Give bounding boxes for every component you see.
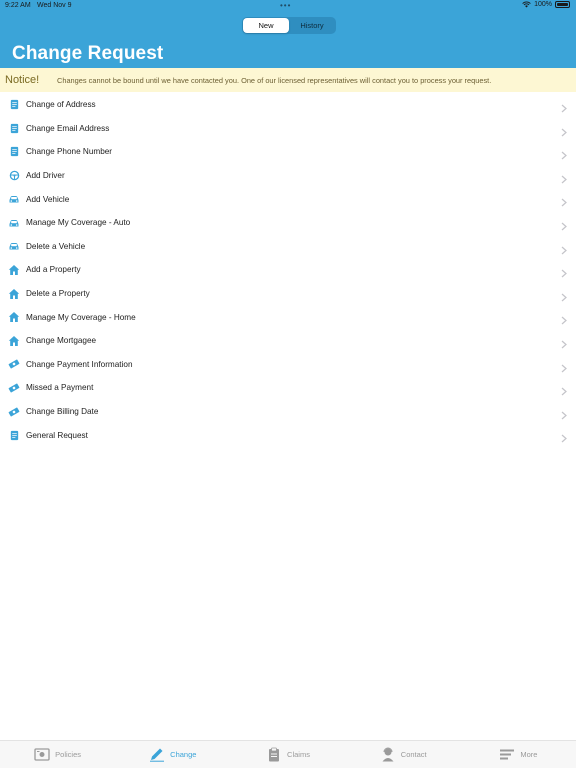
chevron-right-icon <box>561 147 567 160</box>
list-item[interactable]: Add Vehicle <box>0 187 576 211</box>
list-item-label: General Request <box>26 430 88 440</box>
chevron-right-icon <box>561 171 567 184</box>
chevron-right-icon <box>561 124 567 137</box>
chevron-right-icon <box>561 194 567 207</box>
notice-text: Changes cannot be bound until we have co… <box>57 75 492 85</box>
list-item-label: Add a Property <box>26 265 81 275</box>
list-item-label: Change Phone Number <box>26 147 113 157</box>
tab-claims-label: Claims <box>287 750 310 759</box>
tab-policies[interactable]: Policies <box>0 741 115 768</box>
status-time: 9:22 AM <box>5 2 31 9</box>
chevron-right-icon <box>561 430 567 443</box>
car-icon <box>8 217 20 229</box>
tab-claims[interactable]: Claims <box>230 741 345 768</box>
list-item-label: Change Payment Information <box>26 359 133 369</box>
segment-new[interactable]: New <box>243 18 289 33</box>
tab-change[interactable]: Change <box>115 741 230 768</box>
wifi-icon <box>522 1 531 8</box>
chevron-right-icon <box>561 100 567 113</box>
notice-label: Notice! <box>5 74 40 86</box>
list-item-label: Delete a Property <box>26 289 90 299</box>
document-icon <box>8 122 20 134</box>
document-icon <box>8 99 20 111</box>
clipboard-icon <box>269 747 280 762</box>
list-item[interactable]: Delete a Property <box>0 282 576 306</box>
list-item[interactable]: Manage My Coverage - Home <box>0 305 576 329</box>
document-icon <box>8 146 20 158</box>
money-icon <box>8 406 20 418</box>
tab-policies-label: Policies <box>55 750 82 759</box>
status-date: Wed Nov 9 <box>37 2 72 9</box>
list-item[interactable]: Change Payment Information <box>0 353 576 377</box>
battery-percent: 100% <box>534 1 552 8</box>
list-item-label: Add Vehicle <box>26 194 70 204</box>
list-item-label: Delete a Vehicle <box>26 241 86 251</box>
header: 9:22 AM Wed Nov 9 ••• 100% New History C… <box>0 0 576 68</box>
list-item[interactable]: Change Email Address <box>0 117 576 141</box>
pencil-icon <box>150 748 165 762</box>
list-item[interactable]: Add a Property <box>0 258 576 282</box>
house-icon <box>8 311 20 323</box>
status-bar: 9:22 AM Wed Nov 9 ••• 100% <box>0 0 576 12</box>
list-item-label: Manage My Coverage - Home <box>26 312 136 322</box>
list-item-label: Missed a Payment <box>26 383 94 393</box>
list-item[interactable]: Change Mortgagee <box>0 329 576 353</box>
list-item-label: Change of Address <box>26 100 96 110</box>
battery-icon <box>555 1 570 8</box>
house-icon <box>8 335 20 347</box>
chevron-right-icon <box>561 407 567 420</box>
list-item[interactable]: Add Driver <box>0 164 576 188</box>
chevron-right-icon <box>561 383 567 396</box>
status-indicators: 100% <box>522 1 570 8</box>
page-title: Change Request <box>12 43 164 64</box>
list-item[interactable]: General Request <box>0 423 576 447</box>
car-icon <box>8 240 20 252</box>
tab-contact[interactable]: Contact <box>346 741 461 768</box>
chevron-right-icon <box>561 360 567 372</box>
house-icon <box>8 288 20 300</box>
list-item[interactable]: Change Billing Date <box>0 400 576 424</box>
chevron-right-icon <box>561 312 567 325</box>
policies-icon <box>34 748 50 761</box>
money-icon <box>8 382 20 394</box>
list-item-label: Add Driver <box>26 171 65 181</box>
money-icon <box>8 358 20 370</box>
chevron-right-icon <box>561 242 567 255</box>
multitasking-dots-icon[interactable]: ••• <box>280 1 291 10</box>
tab-contact-label: Contact <box>400 750 427 759</box>
list-item[interactable]: Delete a Vehicle <box>0 235 576 259</box>
chevron-right-icon <box>561 218 567 231</box>
list-item[interactable]: Change Phone Number <box>0 140 576 164</box>
menu-icon <box>500 749 515 760</box>
house-icon <box>8 264 20 276</box>
chevron-right-icon <box>561 265 567 278</box>
tab-bar: Policies Change Claims Contact More <box>0 740 576 768</box>
list-item-label: Manage My Coverage - Auto <box>26 218 131 228</box>
agent-icon <box>382 747 394 762</box>
steering-wheel-icon <box>8 170 20 182</box>
change-request-list: Change of Address Change Email Address Cha… <box>0 93 576 447</box>
document-icon <box>8 429 20 441</box>
chevron-right-icon <box>561 336 567 349</box>
list-item-label: Change Mortgagee <box>26 336 97 346</box>
chevron-right-icon <box>561 289 567 302</box>
tab-change-label: Change <box>170 750 197 759</box>
list-item-label: Change Billing Date <box>26 407 99 417</box>
segmented-control: New History <box>242 17 336 34</box>
list-item[interactable]: Change of Address <box>0 93 576 117</box>
car-icon <box>8 193 20 205</box>
segment-history[interactable]: History <box>289 18 335 33</box>
list-item[interactable]: Manage My Coverage - Auto <box>0 211 576 235</box>
tab-more[interactable]: More <box>461 741 576 768</box>
notice-banner: Notice! Changes cannot be bound until we… <box>0 68 576 92</box>
list-item-label: Change Email Address <box>26 123 110 133</box>
tab-more-label: More <box>520 750 538 759</box>
list-item[interactable]: Missed a Payment <box>0 376 576 400</box>
